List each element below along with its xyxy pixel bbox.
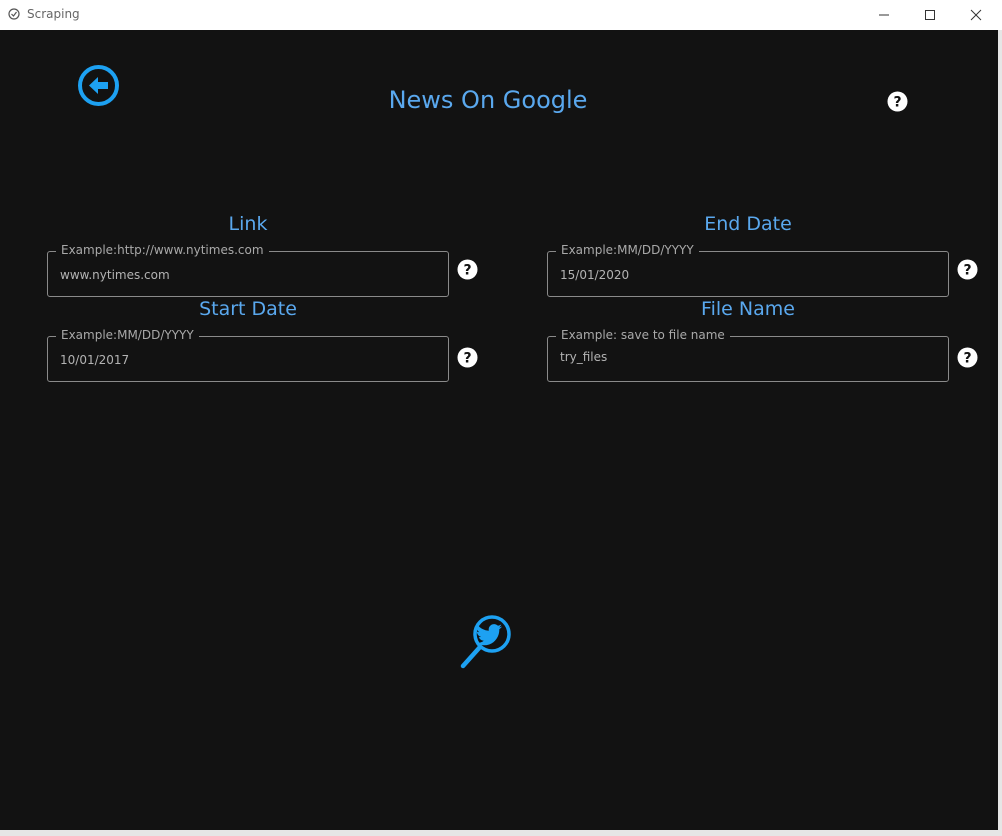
svg-text:?: ? — [963, 351, 971, 367]
maximize-button[interactable] — [907, 0, 953, 30]
question-circle-icon: ? — [887, 91, 908, 112]
twitter-search-icon — [460, 615, 511, 669]
end-date-field[interactable]: Example:MM/DD/YYYY — [547, 243, 949, 297]
end-date-input[interactable] — [560, 268, 930, 282]
question-circle-icon: ? — [957, 347, 978, 368]
title-bar: Scraping — [0, 0, 1002, 30]
close-icon — [970, 9, 982, 21]
arrow-left-circle-icon — [78, 65, 119, 106]
window-title: Scraping — [27, 7, 80, 21]
start-date-field[interactable]: Example:MM/DD/YYYY — [47, 328, 449, 382]
svg-text:?: ? — [963, 263, 971, 279]
maximize-icon — [925, 10, 935, 20]
page-title: News On Google — [388, 86, 588, 114]
close-button[interactable] — [953, 0, 999, 30]
file-name-field[interactable]: Example: save to file name — [547, 328, 949, 382]
app-content: News On Google ? Link Example:http://www… — [0, 30, 998, 830]
file-name-input[interactable] — [560, 350, 930, 364]
question-circle-icon: ? — [457, 347, 478, 368]
question-circle-icon: ? — [457, 259, 478, 280]
svg-text:?: ? — [463, 263, 471, 279]
window-right-border — [998, 30, 1002, 836]
link-help-button[interactable]: ? — [457, 259, 478, 280]
minimize-icon — [879, 14, 889, 16]
page-help-button[interactable]: ? — [887, 91, 908, 112]
app-icon — [8, 8, 20, 20]
svg-text:?: ? — [893, 95, 901, 111]
back-button[interactable] — [77, 64, 120, 107]
link-field[interactable]: Example:http://www.nytimes.com — [47, 243, 449, 297]
start-date-label: Start Date — [199, 298, 297, 320]
start-date-field-hint: Example:MM/DD/YYYY — [56, 328, 199, 342]
link-field-hint: Example:http://www.nytimes.com — [56, 243, 269, 257]
window-bottom-border — [0, 830, 1002, 836]
end-date-label: End Date — [704, 213, 792, 235]
question-circle-icon: ? — [957, 259, 978, 280]
end-date-field-hint: Example:MM/DD/YYYY — [556, 243, 699, 257]
end-date-help-button[interactable]: ? — [957, 259, 978, 280]
start-date-input[interactable] — [60, 353, 430, 367]
app-window: Scraping News On Google ? Link Example:h… — [0, 0, 1002, 836]
link-label: Link — [228, 213, 268, 235]
file-name-field-hint: Example: save to file name — [556, 328, 730, 342]
file-name-help-button[interactable]: ? — [957, 347, 978, 368]
file-name-label: File Name — [701, 298, 795, 320]
minimize-button[interactable] — [861, 0, 907, 30]
start-date-help-button[interactable]: ? — [457, 347, 478, 368]
svg-text:?: ? — [463, 351, 471, 367]
link-input[interactable] — [60, 268, 430, 282]
search-button[interactable] — [458, 612, 514, 670]
